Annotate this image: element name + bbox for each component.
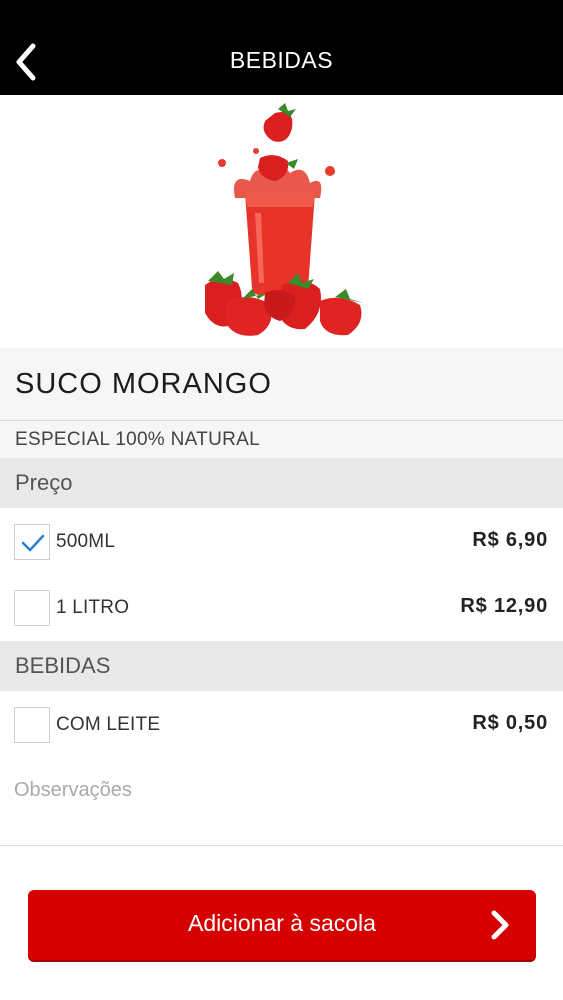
add-to-bag-label: Adicionar à sacola xyxy=(188,910,376,936)
product-image-area xyxy=(0,95,563,348)
strawberry-juice-image xyxy=(205,103,364,336)
checkmark-icon xyxy=(21,534,45,552)
option-1-litro[interactable]: 1 LITRO R$ 12,90 xyxy=(0,575,563,641)
option-500ml[interactable]: 500ML R$ 6,90 xyxy=(0,509,563,575)
option-label: COM LEITE xyxy=(56,714,161,735)
section-title-bebidas: BEBIDAS xyxy=(15,653,111,678)
option-price: R$ 0,50 xyxy=(472,712,548,734)
option-price: R$ 12,90 xyxy=(460,595,548,617)
section-header-bebidas: BEBIDAS xyxy=(0,641,563,691)
checkbox-1-litro[interactable] xyxy=(14,590,50,626)
section-title-price: Preço xyxy=(15,470,73,495)
option-price: R$ 6,90 xyxy=(472,529,548,551)
product-description: ESPECIAL 100% NATURAL xyxy=(15,429,260,450)
section-header-price: Preço xyxy=(0,458,563,508)
checkbox-com-leite[interactable] xyxy=(14,707,50,743)
add-to-bag-button[interactable]: Adicionar à sacola xyxy=(28,890,536,960)
notes-input[interactable] xyxy=(14,772,544,808)
page-title: BEBIDAS xyxy=(229,47,334,73)
product-title-row: SUCO MORANGO xyxy=(0,348,563,421)
chevron-right-icon xyxy=(491,910,509,940)
option-com-leite[interactable]: COM LEITE R$ 0,50 xyxy=(0,692,563,758)
product-description-row: ESPECIAL 100% NATURAL xyxy=(0,421,563,458)
product-name: SUCO MORANGO xyxy=(15,368,272,400)
option-label: 1 LITRO xyxy=(56,597,130,618)
notes-area xyxy=(0,758,563,846)
option-label: 500ML xyxy=(56,531,116,552)
checkbox-500ml[interactable] xyxy=(14,524,50,560)
top-bar: BEBIDAS xyxy=(0,0,563,95)
